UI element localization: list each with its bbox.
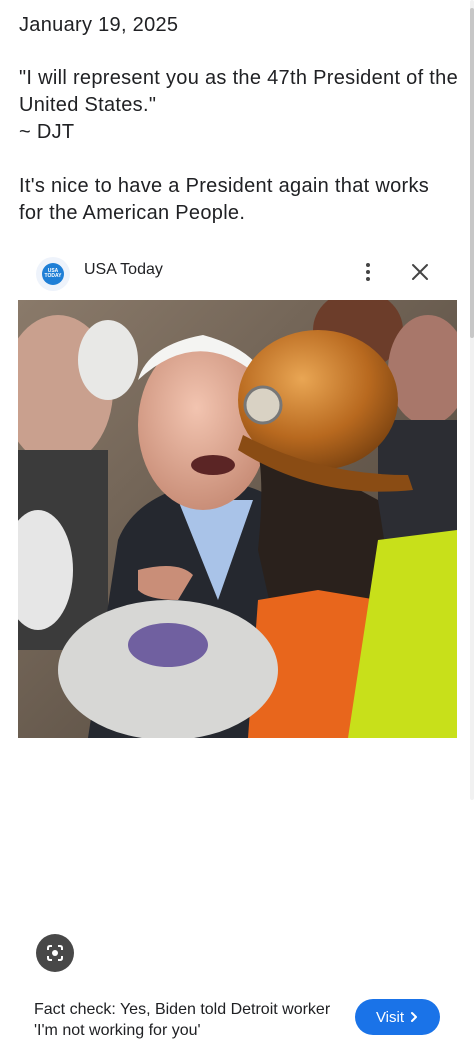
article-headline[interactable]: Fact check: Yes, Biden told Detroit work… [34, 999, 334, 1041]
close-icon[interactable] [406, 258, 434, 286]
source-logo-text: USA TODAY [42, 263, 64, 285]
link-preview-card[interactable]: USA TODAY USA Today Fact check: Yes, Bid… [0, 248, 476, 1039]
post-comment: It's nice to have a President again that… [19, 175, 430, 224]
google-lens-icon[interactable] [36, 934, 74, 972]
quote-text: "I will represent you as the 47th Presid… [19, 67, 459, 116]
source-name: USA Today [84, 261, 163, 278]
quote-attribution: ~ DJT [19, 121, 75, 143]
visit-button[interactable]: Visit [355, 999, 440, 1035]
card-header: USA TODAY USA Today [0, 248, 476, 298]
article-photo[interactable] [18, 300, 457, 738]
chevron-right-icon [411, 1012, 418, 1022]
post-body: January 19, 2025 "I will represent you a… [19, 12, 459, 227]
quote-block: "I will represent you as the 47th Presid… [19, 65, 459, 146]
more-vert-icon[interactable] [356, 258, 380, 286]
post-date: January 19, 2025 [19, 14, 179, 36]
photo-illustration [18, 300, 457, 738]
source-logo: USA TODAY [36, 257, 70, 291]
visit-label: Visit [375, 1008, 405, 1026]
